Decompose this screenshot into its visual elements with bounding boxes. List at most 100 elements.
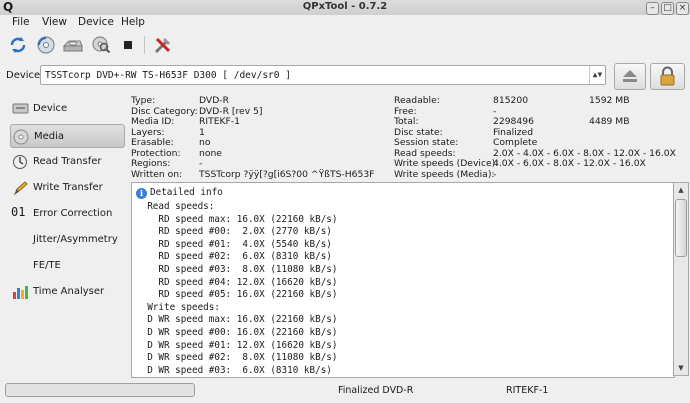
time-analyser-icon xyxy=(13,286,28,299)
lock-icon xyxy=(660,66,675,86)
info-key: Session state: xyxy=(394,137,459,148)
menu-bar: File View Device Help xyxy=(0,15,690,31)
sidebar-item-label: Device xyxy=(33,103,68,114)
menu-file[interactable]: File xyxy=(12,16,30,28)
toolbar xyxy=(0,31,690,59)
info-value: 2298496 xyxy=(493,116,534,127)
vertical-scrollbar[interactable]: ▲ ▼ xyxy=(673,182,689,376)
chevron-down-icon[interactable]: ▲▼ xyxy=(589,66,605,84)
disc-scan-icon[interactable] xyxy=(35,34,57,56)
sidebar-item-read-transfer[interactable]: Read Transfer xyxy=(10,150,125,174)
info-icon: i xyxy=(136,188,147,199)
info-key: Written on: xyxy=(131,169,183,180)
detail-line: RD speed #01: 4.0X (5540 kB/s) xyxy=(158,238,332,250)
menu-device[interactable]: Device xyxy=(78,16,114,28)
progress-bar xyxy=(5,383,195,397)
eject-button[interactable] xyxy=(614,63,646,90)
device-row: Device: TSSTcorp DVD+-RW TS-H653F D300 [… xyxy=(0,61,690,91)
info-key: Regions: xyxy=(131,158,171,169)
info-key: Write speeds (Media): xyxy=(394,169,495,180)
lock-button[interactable] xyxy=(650,63,685,90)
detail-line: Read speeds: xyxy=(147,201,215,212)
tools-icon[interactable] xyxy=(152,34,174,56)
sidebar-item-label: Media xyxy=(34,131,65,142)
info-extra: 4489 MB xyxy=(589,116,630,127)
sidebar-item-media[interactable]: Media xyxy=(10,124,125,148)
detail-line: D WR speed #04: 4.0X (5540 kB/s) xyxy=(136,377,332,378)
detail-line: Write speeds: xyxy=(147,301,220,313)
sidebar-item-label: Jitter/Asymmetry xyxy=(33,234,118,245)
sidebar-item-device[interactable]: Device xyxy=(10,97,125,121)
info-value: DVD-R xyxy=(199,95,229,106)
sidebar-item-fe-te[interactable]: FE/TE xyxy=(10,254,125,278)
error-correction-icon: 01 xyxy=(11,205,26,219)
info-key: Type: xyxy=(131,95,156,106)
sidebar-item-jitter-asymmetry[interactable]: Jitter/Asymmetry xyxy=(10,228,125,252)
info-key: Write speeds (Device): xyxy=(394,158,499,169)
sidebar-item-label: Write Transfer xyxy=(33,182,103,193)
close-button[interactable]: × xyxy=(676,2,689,15)
info-value: 4.0X - 6.0X - 8.0X - 12.0X - 16.0X xyxy=(493,158,646,169)
status-bar: Finalized DVD-R RITEKF-1 xyxy=(0,380,690,403)
info-key: Total: xyxy=(394,116,419,127)
detailed-info-header: i Detailed info xyxy=(136,187,223,199)
scroll-up-icon[interactable]: ▲ xyxy=(674,183,688,197)
detail-line: RD speed #05: 16.0X (22160 kB/s) xyxy=(158,289,338,301)
sidebar-item-error-correction[interactable]: 01 Error Correction xyxy=(10,202,125,226)
toolbar-separator xyxy=(144,36,145,54)
device-select[interactable]: TSSTcorp DVD+-RW TS-H653F D300 [ /dev/sr… xyxy=(40,65,606,85)
scroll-down-icon[interactable]: ▼ xyxy=(674,361,688,375)
detail-line: D WR speed #01: 12.0X (16620 kB/s) xyxy=(147,339,338,351)
detail-line: RD speed #04: 12.0X (16620 kB/s) xyxy=(158,276,338,288)
detail-line: D WR speed max: 16.0X (22160 kB/s) xyxy=(147,314,338,326)
detail-line: D WR speed #00: 16.0X (22160 kB/s) xyxy=(147,326,338,338)
info-value: - xyxy=(199,158,203,169)
info-value: none xyxy=(199,148,222,159)
write-transfer-icon xyxy=(13,181,28,196)
refresh-icon[interactable] xyxy=(7,34,29,56)
detailed-info-title: Detailed info xyxy=(150,187,223,198)
info-value: 815200 xyxy=(493,95,529,106)
media-info-panel: Type: DVD-R Disc Category: DVD-R [rev 5]… xyxy=(131,93,690,181)
sidebar-item-time-analyser[interactable]: Time Analyser xyxy=(10,280,125,304)
sidebar: Device Media Read Transfer Write Transfe… xyxy=(0,92,130,377)
drive-icon[interactable] xyxy=(62,34,84,56)
minimize-button[interactable]: – xyxy=(646,2,659,15)
menu-view[interactable]: View xyxy=(42,16,67,28)
detail-line: D WR speed #03: 6.0X (8310 kB/s) xyxy=(147,364,332,376)
info-key: Readable: xyxy=(394,95,440,106)
sidebar-item-label: Error Correction xyxy=(33,208,113,219)
eject-icon xyxy=(623,70,637,82)
detail-line: RD speed #02: 6.0X (8310 kB/s) xyxy=(158,251,332,263)
info-extra: 1592 MB xyxy=(589,95,630,106)
info-value: no xyxy=(199,137,211,148)
detail-line: RD speed #00: 2.0X (2770 kB/s) xyxy=(158,226,332,238)
device-label: Device: xyxy=(6,70,44,81)
info-value: TSSTcorp ?ÿÿ[?g[i6S?00 ^ŸßTS-H653F xyxy=(199,169,375,180)
device-select-value: TSSTcorp DVD+-RW TS-H653F D300 [ /dev/sr… xyxy=(45,70,291,81)
media-disc-icon xyxy=(13,129,29,145)
status-media-id: RITEKF-1 xyxy=(506,385,549,396)
detail-line: D WR speed #02: 8.0X (11080 kB/s) xyxy=(147,352,338,364)
info-value: - xyxy=(493,169,497,180)
info-value: RITEKF-1 xyxy=(199,116,240,127)
sidebar-item-label: Time Analyser xyxy=(33,286,105,297)
read-transfer-icon xyxy=(13,155,27,169)
title-bar: Q QPxTool - 0.7.2 – □ × xyxy=(0,0,690,16)
scroll-thumb[interactable] xyxy=(675,199,687,257)
detail-line: RD speed max: 16.0X (22160 kB/s) xyxy=(158,213,338,225)
info-key: Erasable: xyxy=(131,137,174,148)
detailed-info-textarea[interactable]: i Detailed info Read speeds: RD speed max… xyxy=(131,182,675,378)
maximize-button[interactable]: □ xyxy=(661,2,674,15)
status-disc-state: Finalized DVD-R xyxy=(338,385,414,396)
menu-help[interactable]: Help xyxy=(121,16,145,28)
detailed-info-text: Read speeds: RD speed max: 16.0X (22160 … xyxy=(136,201,338,378)
stop-icon[interactable] xyxy=(117,34,139,56)
info-value: Complete xyxy=(493,137,538,148)
disc-search-icon[interactable] xyxy=(90,34,112,56)
device-icon xyxy=(12,103,29,114)
window-title: QPxTool - 0.7.2 xyxy=(302,1,388,12)
detail-line: RD speed #03: 8.0X (11080 kB/s) xyxy=(158,263,338,275)
sidebar-item-write-transfer[interactable]: Write Transfer xyxy=(10,176,125,200)
sidebar-item-label: Read Transfer xyxy=(33,156,102,167)
